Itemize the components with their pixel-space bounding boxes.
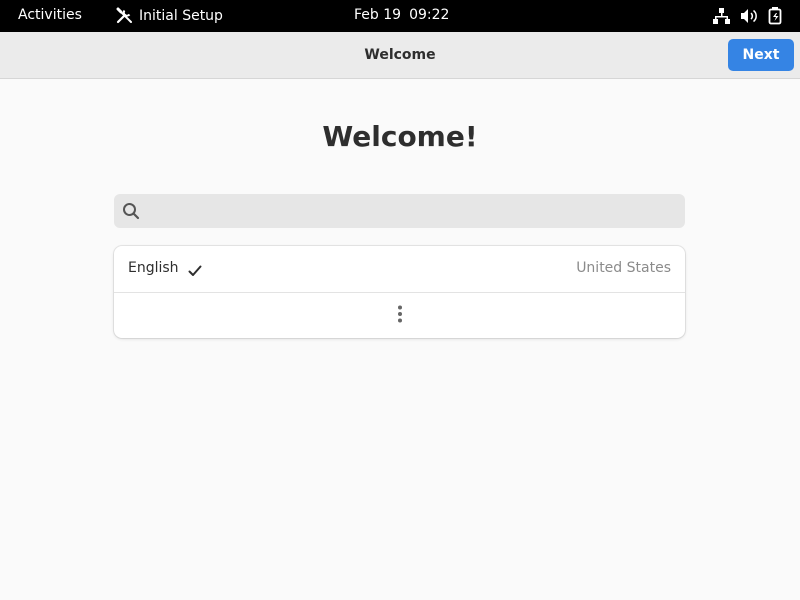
clock-date: Feb 19 xyxy=(354,7,402,23)
page-title: Welcome xyxy=(364,47,436,63)
tools-icon xyxy=(116,7,133,24)
checkmark-icon xyxy=(188,262,202,281)
battery-icon xyxy=(768,7,784,25)
language-search[interactable] xyxy=(114,194,685,228)
language-region: United States xyxy=(576,260,671,276)
activities-button[interactable]: Activities xyxy=(18,7,82,23)
app-menu[interactable]: Initial Setup xyxy=(116,7,223,24)
volume-icon xyxy=(740,7,758,25)
language-name: English xyxy=(128,260,179,276)
search-input[interactable] xyxy=(148,194,678,228)
clock-time: 09:22 xyxy=(409,7,450,23)
app-menu-label: Initial Setup xyxy=(139,7,223,24)
search-icon xyxy=(122,202,140,224)
more-languages-row[interactable] xyxy=(114,292,685,338)
top-bar: Activities Initial Setup Feb 19 09:22 xyxy=(0,0,800,32)
welcome-heading: Welcome! xyxy=(322,120,478,153)
clock[interactable]: Feb 19 09:22 xyxy=(354,7,449,23)
system-status-menu[interactable] xyxy=(713,7,784,25)
network-wired-icon xyxy=(713,7,730,25)
view-more-icon xyxy=(397,305,403,327)
language-list: English United States xyxy=(114,246,685,338)
next-button[interactable]: Next xyxy=(728,39,794,71)
header-bar: Welcome Next xyxy=(0,32,800,79)
language-row-english[interactable]: English United States xyxy=(114,246,685,292)
